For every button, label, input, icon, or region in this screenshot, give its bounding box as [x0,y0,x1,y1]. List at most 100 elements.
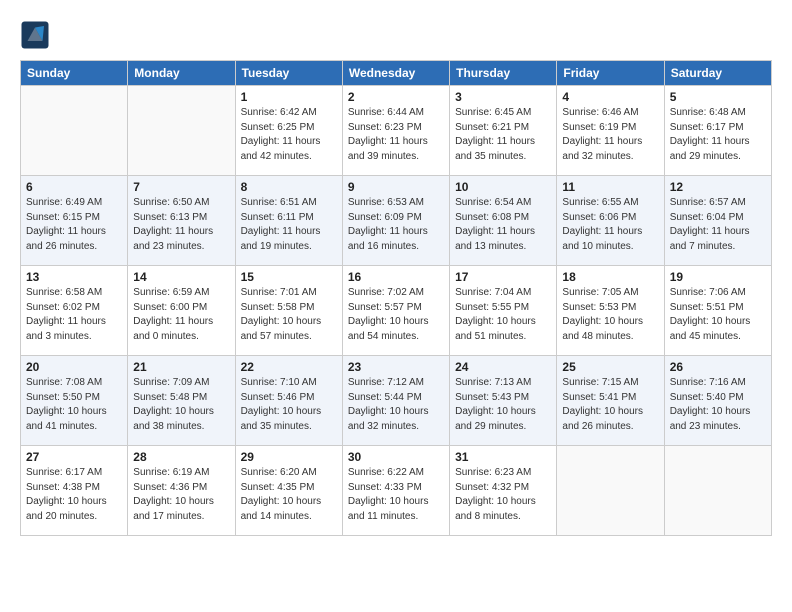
day-number: 23 [348,360,444,374]
day-info-line: Daylight: 11 hours and 29 minutes. [670,135,766,164]
day-info: Sunrise: 6:59 AMSunset: 6:00 PMDaylight:… [133,286,229,344]
day-info-line: Daylight: 11 hours and 10 minutes. [562,225,658,254]
day-info: Sunrise: 7:16 AMSunset: 5:40 PMDaylight:… [670,376,766,434]
day-info-line: Sunset: 6:08 PM [455,211,551,226]
day-number: 31 [455,450,551,464]
day-number: 19 [670,270,766,284]
calendar-cell: 16Sunrise: 7:02 AMSunset: 5:57 PMDayligh… [342,266,449,356]
day-info-line: Sunset: 4:36 PM [133,481,229,496]
day-info-line: Sunset: 5:48 PM [133,391,229,406]
day-number: 3 [455,90,551,104]
calendar-cell [557,446,664,536]
calendar-cell: 11 Sunrise: 6:55 AMSunset: 6:06 PMDayligh… [557,176,664,266]
day-info-line: Sunrise: 7:16 AM [670,376,766,391]
calendar-cell: 24Sunrise: 7:13 AMSunset: 5:43 PMDayligh… [450,356,557,446]
calendar-cell: 21Sunrise: 7:09 AMSunset: 5:48 PMDayligh… [128,356,235,446]
day-number: 5 [670,90,766,104]
day-number: 22 [241,360,337,374]
day-info-line: Sunrise: 6:23 AM [455,466,551,481]
day-info-line: Sunset: 6:00 PM [133,301,229,316]
day-info: Sunrise: 6:49 AMSunset: 6:15 PMDaylight:… [26,196,122,254]
calendar-cell: 4Sunrise: 6:46 AMSunset: 6:19 PMDaylight… [557,86,664,176]
day-info-line: Sunset: 5:57 PM [348,301,444,316]
day-info-line: Daylight: 11 hours and 35 minutes. [455,135,551,164]
day-info-line: Daylight: 10 hours and 45 minutes. [670,315,766,344]
day-number: 12 [670,180,766,194]
calendar-cell: 22 Sunrise: 7:10 AMSunset: 5:46 PMDayligh… [235,356,342,446]
day-info: Sunrise: 7:06 AMSunset: 5:51 PMDaylight:… [670,286,766,344]
day-number: 1 [241,90,337,104]
day-info: Sunrise: 6:23 AMSunset: 4:32 PMDaylight:… [455,466,551,524]
logo-icon [20,20,50,50]
day-info: Sunrise: 7:09 AMSunset: 5:48 PMDaylight:… [133,376,229,434]
day-number: 28 [133,450,229,464]
day-info: Sunrise: 6:55 AMSunset: 6:06 PMDaylight:… [562,196,658,254]
day-info: Sunrise: 7:12 AMSunset: 5:44 PMDaylight:… [348,376,444,434]
day-number: 2 [348,90,444,104]
day-number: 14 [133,270,229,284]
calendar-cell: 25Sunrise: 7:15 AMSunset: 5:41 PMDayligh… [557,356,664,446]
day-info-line: Sunset: 4:35 PM [241,481,337,496]
calendar-week-row: 6Sunrise: 6:49 AMSunset: 6:15 PMDaylight… [21,176,772,266]
day-info-line: Sunrise: 6:48 AM [670,106,766,121]
day-info-line: Sunset: 5:46 PM [241,391,337,406]
day-number: 27 [26,450,122,464]
day-info-line: Sunrise: 6:53 AM [348,196,444,211]
day-info-line: Sunrise: 7:09 AM [133,376,229,391]
day-info-line: Sunset: 6:25 PM [241,121,337,136]
calendar-cell: 17 Sunrise: 7:04 AMSunset: 5:55 PMDayligh… [450,266,557,356]
day-of-week-header: Thursday [450,61,557,86]
day-info-line: Sunrise: 6:19 AM [133,466,229,481]
day-info: Sunrise: 6:51 AMSunset: 6:11 PMDaylight:… [241,196,337,254]
day-info-line: Sunset: 5:43 PM [455,391,551,406]
day-number: 20 [26,360,122,374]
day-info: Sunrise: 7:02 AMSunset: 5:57 PMDaylight:… [348,286,444,344]
calendar-cell: 20 Sunrise: 7:08 AMSunset: 5:50 PMDayligh… [21,356,128,446]
day-info-line: Daylight: 10 hours and 32 minutes. [348,405,444,434]
day-info: Sunrise: 6:19 AMSunset: 4:36 PMDaylight:… [133,466,229,524]
calendar-cell: 7 Sunrise: 6:50 AMSunset: 6:13 PMDaylight… [128,176,235,266]
day-info-line: Sunrise: 7:15 AM [562,376,658,391]
day-info-line: Daylight: 11 hours and 0 minutes. [133,315,229,344]
day-info-line: Daylight: 11 hours and 19 minutes. [241,225,337,254]
day-info-line: Daylight: 11 hours and 16 minutes. [348,225,444,254]
day-info: Sunrise: 6:42 AMSunset: 6:25 PMDaylight:… [241,106,337,164]
page-header [20,20,772,50]
day-info-line: Daylight: 11 hours and 42 minutes. [241,135,337,164]
day-info: Sunrise: 6:50 AMSunset: 6:13 PMDaylight:… [133,196,229,254]
day-info-line: Sunset: 5:55 PM [455,301,551,316]
day-number: 7 [133,180,229,194]
calendar-cell: 30Sunrise: 6:22 AMSunset: 4:33 PMDayligh… [342,446,449,536]
day-info: Sunrise: 6:45 AMSunset: 6:21 PMDaylight:… [455,106,551,164]
calendar-cell: 5Sunrise: 6:48 AMSunset: 6:17 PMDaylight… [664,86,771,176]
day-info-line: Daylight: 11 hours and 26 minutes. [26,225,122,254]
calendar-cell: 15Sunrise: 7:01 AMSunset: 5:58 PMDayligh… [235,266,342,356]
calendar-cell: 23 Sunrise: 7:12 AMSunset: 5:44 PMDayligh… [342,356,449,446]
day-info-line: Sunset: 6:11 PM [241,211,337,226]
day-info-line: Sunset: 6:06 PM [562,211,658,226]
day-of-week-header: Sunday [21,61,128,86]
day-info-line: Sunrise: 6:59 AM [133,286,229,301]
day-info-line: Sunset: 5:50 PM [26,391,122,406]
calendar-cell: 28 Sunrise: 6:19 AMSunset: 4:36 PMDayligh… [128,446,235,536]
calendar-cell [664,446,771,536]
day-info-line: Sunrise: 6:49 AM [26,196,122,211]
calendar-header-row: SundayMondayTuesdayWednesdayThursdayFrid… [21,61,772,86]
day-info-line: Sunrise: 6:22 AM [348,466,444,481]
day-of-week-header: Tuesday [235,61,342,86]
day-info: Sunrise: 6:53 AMSunset: 6:09 PMDaylight:… [348,196,444,254]
day-number: 17 [455,270,551,284]
day-info-line: Sunset: 4:33 PM [348,481,444,496]
day-info-line: Sunrise: 7:06 AM [670,286,766,301]
day-info-line: Sunset: 6:15 PM [26,211,122,226]
day-number: 11 [562,180,658,194]
day-info-line: Sunrise: 7:12 AM [348,376,444,391]
day-info-line: Sunset: 5:41 PM [562,391,658,406]
day-info-line: Sunrise: 7:08 AM [26,376,122,391]
day-info: Sunrise: 7:10 AMSunset: 5:46 PMDaylight:… [241,376,337,434]
calendar-week-row: 13Sunrise: 6:58 AMSunset: 6:02 PMDayligh… [21,266,772,356]
day-info: Sunrise: 7:04 AMSunset: 5:55 PMDaylight:… [455,286,551,344]
day-info: Sunrise: 7:08 AMSunset: 5:50 PMDaylight:… [26,376,122,434]
calendar-cell: 27Sunrise: 6:17 AMSunset: 4:38 PMDayligh… [21,446,128,536]
day-info-line: Daylight: 10 hours and 23 minutes. [670,405,766,434]
